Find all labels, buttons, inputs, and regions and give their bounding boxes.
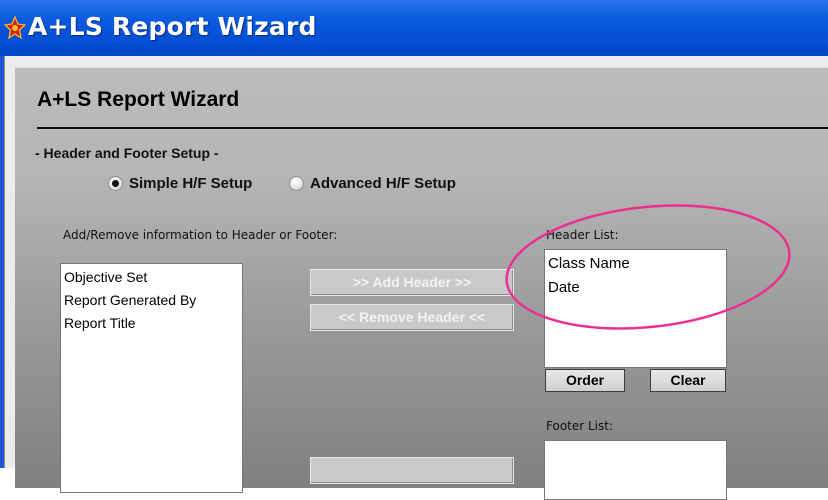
clear-button[interactable]: Clear	[650, 369, 726, 392]
footer-list[interactable]	[544, 440, 727, 500]
list-item[interactable]: Report Title	[64, 312, 239, 335]
app-logo-icon	[4, 16, 26, 40]
list-item[interactable]: Report Generated By	[64, 289, 239, 312]
window-title: A+LS Report Wizard	[28, 12, 317, 41]
add-footer-button[interactable]	[310, 457, 514, 484]
wizard-panel: A+LS Report Wizard - Header and Footer S…	[15, 66, 828, 500]
add-header-button[interactable]: >> Add Header >>	[310, 269, 514, 296]
list-item[interactable]: Date	[548, 276, 723, 300]
available-items-list[interactable]: Objective Set Report Generated By Report…	[60, 263, 243, 493]
list-item[interactable]: Objective Set	[64, 266, 239, 289]
header-list[interactable]: Class Name Date	[544, 249, 727, 368]
window-titlebar[interactable]: A+LS Report Wizard	[0, 0, 828, 56]
radio-selected-icon	[108, 176, 123, 191]
order-button[interactable]: Order	[545, 369, 625, 392]
section-heading: - Header and Footer Setup -	[35, 145, 219, 161]
remove-header-button[interactable]: << Remove Header <<	[310, 304, 514, 331]
title-divider	[37, 127, 828, 129]
radio-simple-label: Simple H/F Setup	[129, 175, 253, 192]
radio-simple-setup[interactable]: Simple H/F Setup	[108, 175, 252, 192]
radio-advanced-label: Advanced H/F Setup	[310, 175, 456, 192]
footer-list-label: Footer List:	[546, 419, 614, 433]
radio-advanced-setup[interactable]: Advanced H/F Setup	[289, 175, 456, 192]
available-items-label: Add/Remove information to Header or Foot…	[63, 228, 338, 242]
wizard-title: A+LS Report Wizard	[37, 88, 240, 111]
header-list-label: Header List:	[546, 228, 619, 242]
list-item[interactable]: Class Name	[548, 252, 723, 276]
radio-unselected-icon	[289, 176, 304, 191]
window-content: A+LS Report Wizard - Header and Footer S…	[4, 56, 828, 500]
